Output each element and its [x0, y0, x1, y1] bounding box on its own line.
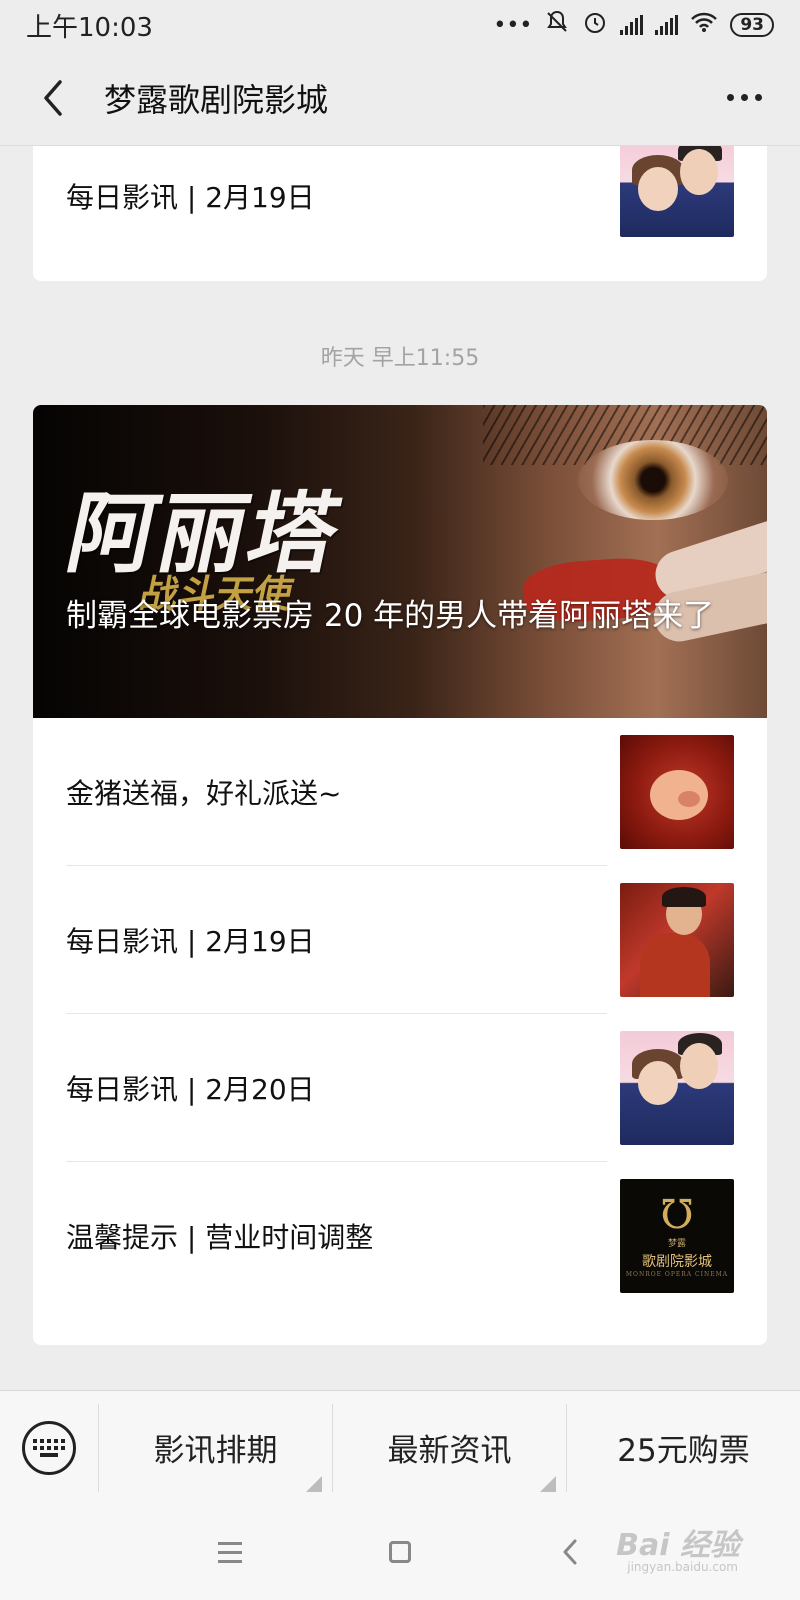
- status-time: 上午10:03: [26, 12, 153, 43]
- menu-item-buy-ticket[interactable]: 25元购票: [566, 1403, 800, 1492]
- menu-button[interactable]: [210, 1532, 250, 1572]
- home-icon: [389, 1541, 411, 1563]
- article-title: 金猪送福，好礼派送~: [66, 777, 342, 810]
- cinema-logo-thumbnail: ℧ 梦露 歌剧院影城 MONROE OPERA CINEMA: [620, 1179, 734, 1293]
- article-title: 每日影讯 | 2月20日: [66, 1073, 315, 1106]
- cinema-logo-icon: ℧: [660, 1192, 694, 1238]
- list-item[interactable]: 每日影讯 | 2月19日: [33, 866, 767, 1014]
- article-thumbnail: [620, 735, 734, 849]
- submenu-indicator-icon: [306, 1475, 322, 1492]
- page-title: 梦露歌剧院影城: [104, 80, 329, 119]
- signal-icon: [620, 15, 644, 35]
- list-item[interactable]: 每日影讯 | 2月19日: [33, 146, 767, 246]
- signal-icon: [655, 15, 679, 35]
- hero-article[interactable]: 阿丽塔 战斗天使 制霸全球电影票房 20 年的男人带着阿丽塔来了: [33, 405, 767, 718]
- message-timestamp: 昨天 早上11:55: [320, 346, 480, 371]
- keyboard-icon: [22, 1420, 76, 1475]
- bottom-menu: 影讯排期 最新资讯 25元购票: [0, 1390, 800, 1504]
- list-item[interactable]: 每日影讯 | 2月20日: [33, 1014, 767, 1162]
- system-back-button[interactable]: [550, 1532, 590, 1572]
- status-icons: ••• 93: [493, 9, 774, 41]
- wifi-icon: [690, 11, 718, 39]
- battery-icon: 93: [730, 13, 774, 37]
- menu-item-schedule[interactable]: 影讯排期: [98, 1403, 332, 1492]
- back-arrow-icon: [44, 79, 62, 116]
- back-button[interactable]: [28, 73, 78, 123]
- article-card: 阿丽塔 战斗天使 制霸全球电影票房 20 年的男人带着阿丽塔来了 金猪送福，好礼…: [33, 405, 767, 1345]
- article-thumbnail: [620, 1031, 734, 1145]
- menu-icon: [218, 1541, 242, 1563]
- home-button[interactable]: [380, 1532, 420, 1572]
- article-title: 每日影讯 | 2月19日: [66, 925, 315, 958]
- status-bar: 上午10:03 ••• 93: [0, 0, 800, 50]
- hero-title: 制霸全球电影票房 20 年的男人带着阿丽塔来了: [66, 598, 715, 634]
- article-card-previous: 每日影讯 | 2月19日: [33, 146, 767, 281]
- more-icon: [727, 94, 734, 101]
- back-nav-icon: [563, 1539, 577, 1565]
- list-item[interactable]: 温馨提示 | 营业时间调整 ℧ 梦露 歌剧院影城 MONROE OPERA CI…: [33, 1162, 767, 1310]
- keyboard-toggle-button[interactable]: [0, 1391, 98, 1505]
- article-title: 每日影讯 | 2月19日: [66, 181, 315, 214]
- list-item[interactable]: 金猪送福，好礼派送~: [33, 718, 767, 866]
- article-title: 温馨提示 | 营业时间调整: [66, 1221, 374, 1254]
- mute-bell-icon: [544, 9, 570, 41]
- more-button[interactable]: [717, 84, 772, 111]
- article-list: 金猪送福，好礼派送~ 每日影讯 | 2月19日 每日影讯 | 2月20日 温馨提…: [33, 718, 767, 1310]
- notification-dots-icon: •••: [493, 12, 533, 38]
- watermark: Bai 经验: [616, 1528, 740, 1563]
- watermark-url: jingyan.baidu.com: [627, 1560, 738, 1574]
- article-thumbnail: [620, 146, 734, 237]
- submenu-indicator-icon: [540, 1475, 556, 1492]
- nav-bar: 梦露歌剧院影城: [0, 50, 800, 146]
- alarm-icon: [582, 9, 608, 41]
- hero-eye: [578, 440, 728, 520]
- article-thumbnail: [620, 883, 734, 997]
- menu-item-news[interactable]: 最新资讯: [332, 1403, 566, 1492]
